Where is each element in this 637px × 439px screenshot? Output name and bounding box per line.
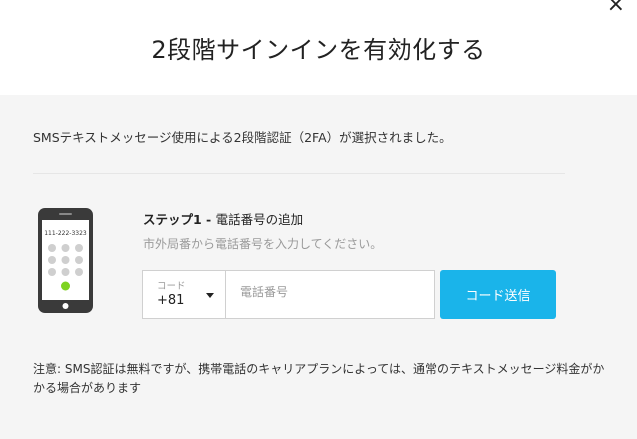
phone-number-text: 111-222-3323 [44,230,87,237]
dialog-header: 2段階サインインを有効化する [0,0,637,95]
chevron-down-icon [206,293,214,298]
country-code-select[interactable]: コード +81 [142,270,226,319]
country-code-value: +81 [157,293,185,308]
close-button[interactable]: × [607,0,625,16]
dialog-title: 2段階サインインを有効化する [151,36,486,64]
step-title: ステップ1 - 電話番号の追加 [143,209,303,228]
step-subtitle: 市外局番から電話番号を入力してください。 [143,237,383,251]
phone-number-input[interactable] [225,270,435,319]
step-title-text: 電話番号の追加 [215,212,304,227]
send-code-button[interactable]: コード送信 [440,270,556,319]
dialog-body: SMSテキストメッセージ使用による2段階認証（2FA）が選択されました。 111… [0,95,637,439]
divider [33,173,565,174]
country-code-label: コード [157,281,186,292]
phone-illustration-icon: 111-222-3323 [38,208,93,313]
intro-text: SMSテキストメッセージ使用による2段階認証（2FA）が選択されました。 [33,130,452,145]
carrier-fee-note: 注意: SMS認証は無料ですが、携帯電話のキャリアプランによっては、通常のテキス… [33,362,605,395]
step-label: ステップ1 - [143,212,216,227]
